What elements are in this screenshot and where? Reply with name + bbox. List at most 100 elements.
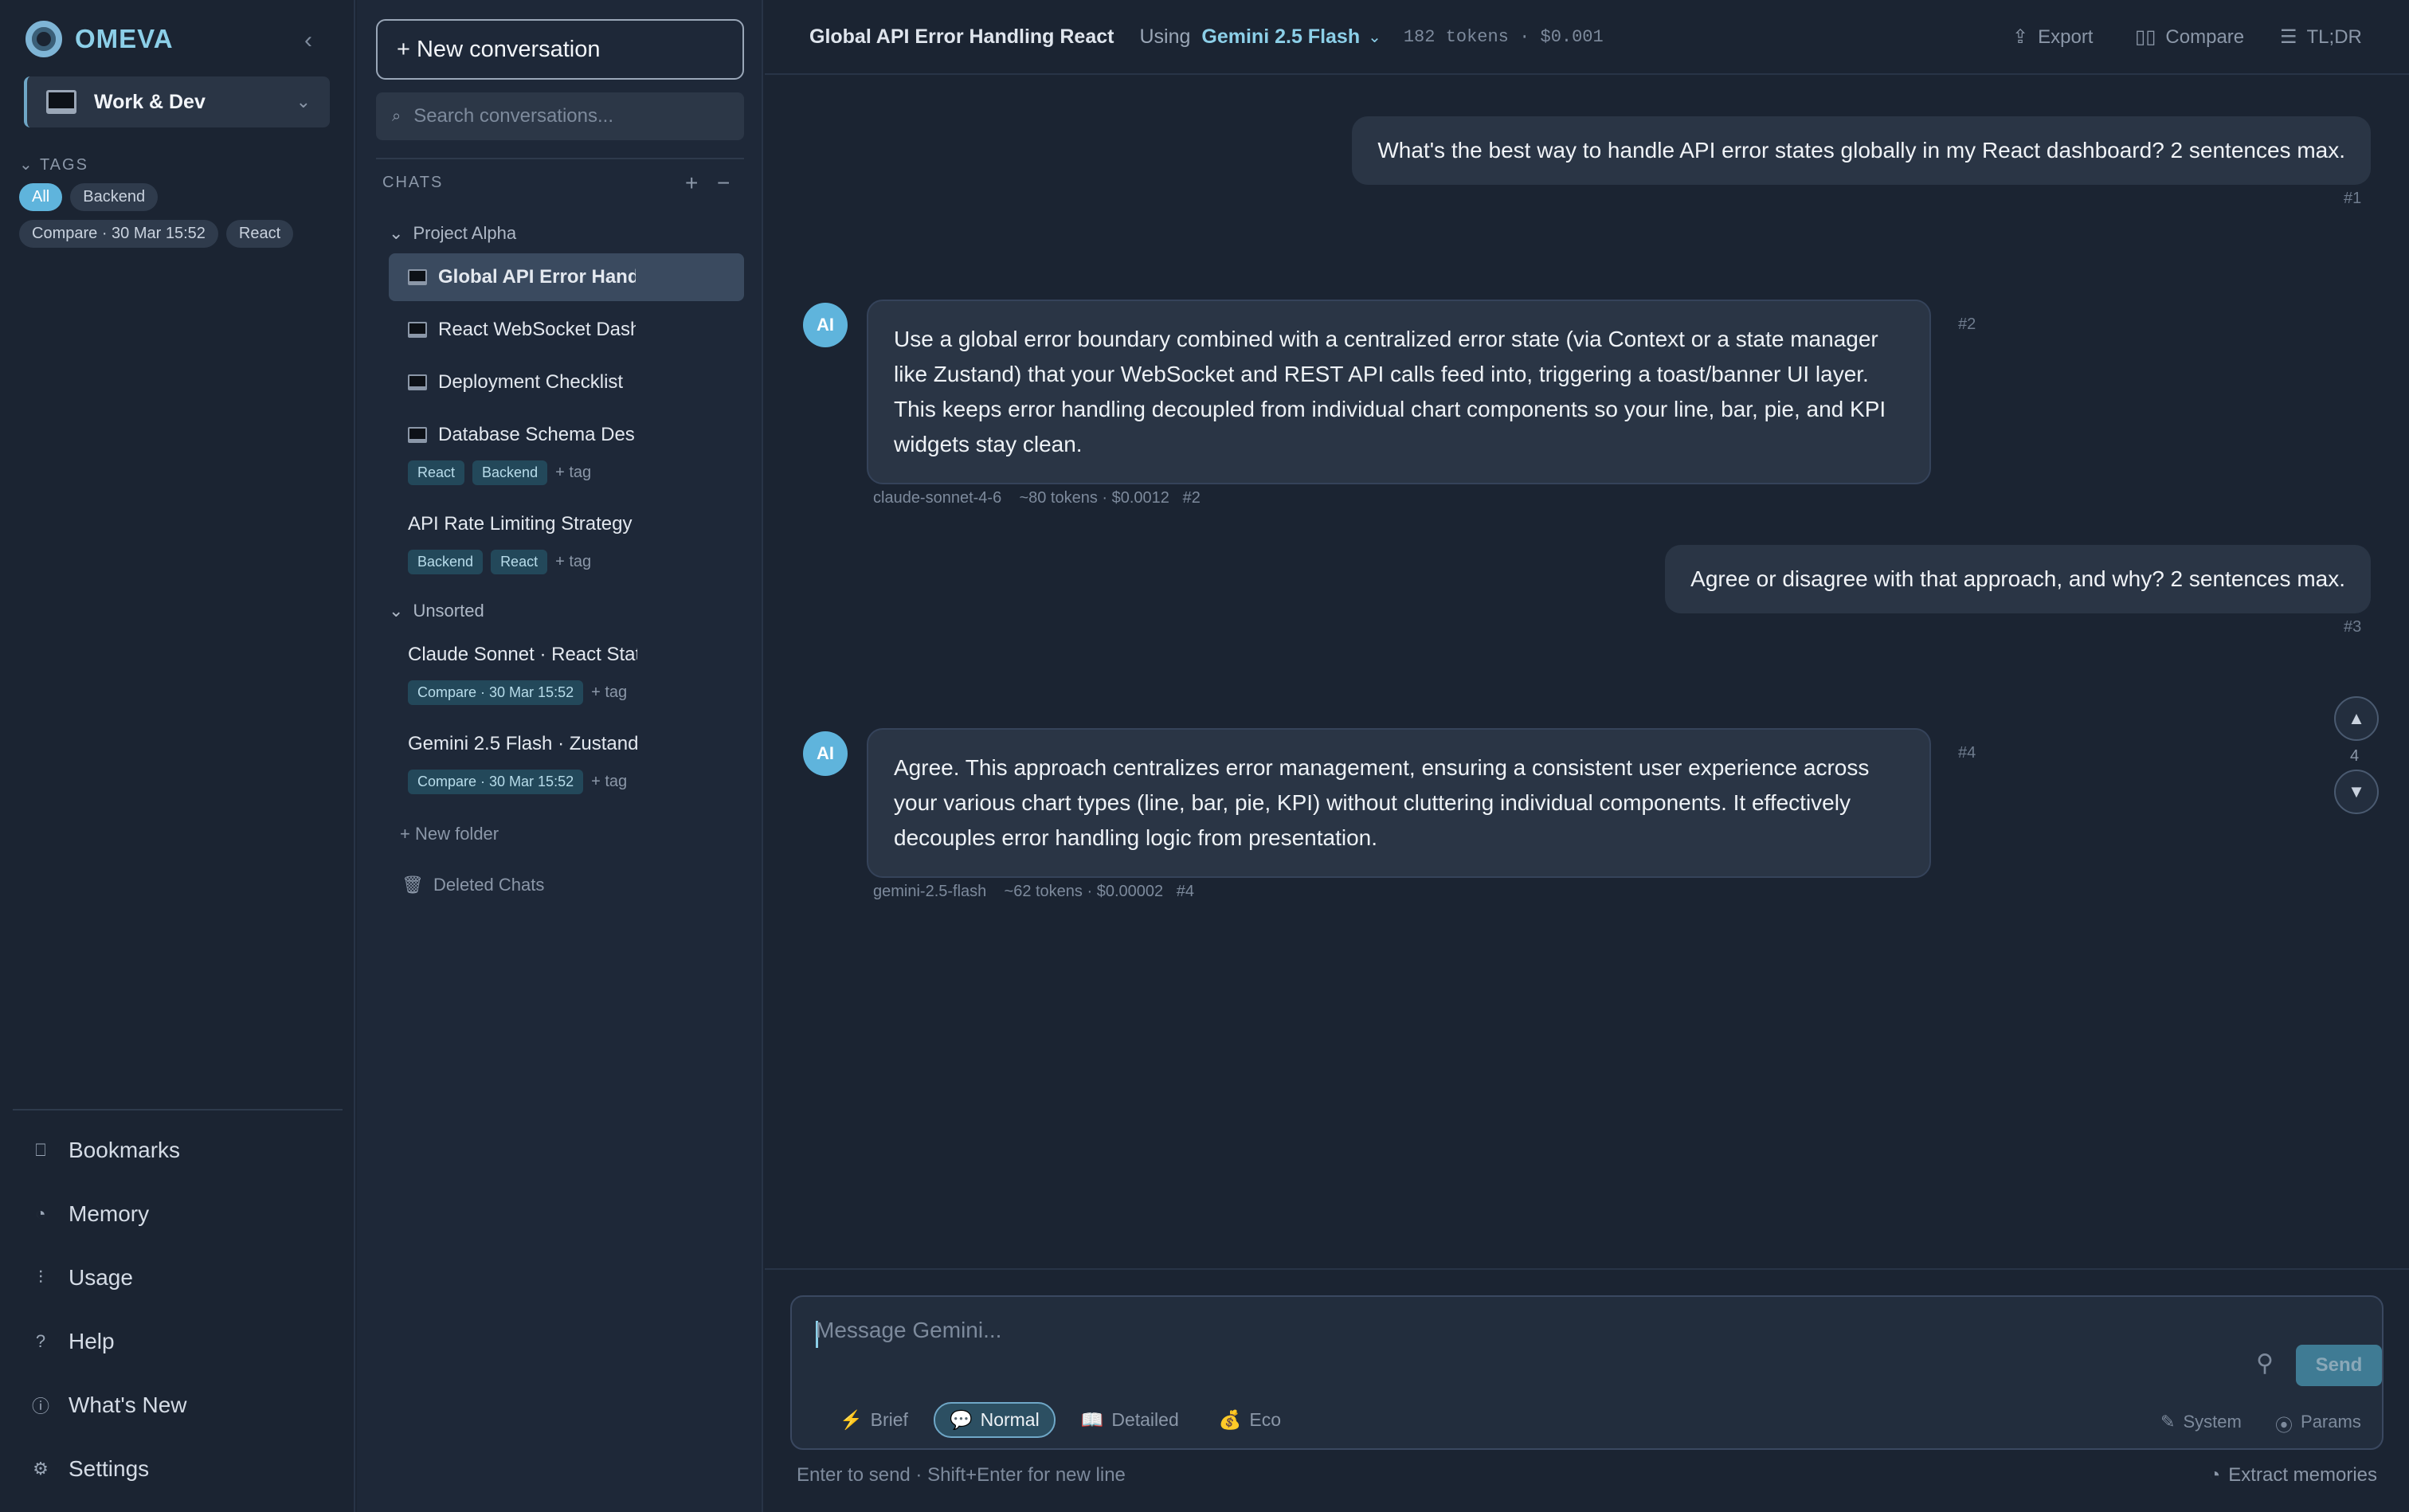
response-modes: ⚡ Brief 💬 Normal 📖 Detailed 💰 Eco	[825, 1402, 1295, 1438]
nav-whats-new[interactable]: ⓘ What's New	[32, 1393, 187, 1418]
folder-unsorted[interactable]: ⌄ Unsorted	[389, 601, 484, 621]
token-cost: 182 tokens · $0.001	[1403, 26, 1604, 47]
mode-detailed[interactable]: 📖 Detailed	[1067, 1404, 1193, 1436]
ai-message: Agree. This approach centralizes error m…	[867, 728, 1931, 878]
user-message: Agree or disagree with that approach, an…	[1665, 545, 2371, 613]
usage-icon: ⫶	[38, 1267, 43, 1287]
using-label: Using	[1139, 25, 1191, 48]
export-button[interactable]: ⇪ Export	[2012, 25, 2093, 49]
tldr-button[interactable]: ☰ TL;DR	[2280, 25, 2362, 49]
main-area: Global API Error Handling React Using Ge…	[765, 0, 2409, 1512]
system-button[interactable]: ✎ System	[2160, 1412, 2242, 1432]
tag-row: Compare · 30 Mar 15:52 React	[19, 220, 294, 248]
chat-tag[interactable]: React	[408, 460, 465, 485]
message-number: #4	[1958, 744, 1976, 762]
tag-filter-react[interactable]: React	[225, 220, 294, 248]
message-number: #3	[2344, 618, 2362, 636]
params-icon: ⦿	[2275, 1416, 2293, 1436]
workspace-selector[interactable]: Work & Dev ⌄	[24, 76, 330, 127]
params-button[interactable]: ⦿ Params	[2275, 1412, 2361, 1437]
chat-item[interactable]: Database Schema Design	[389, 411, 744, 459]
message-input[interactable]	[816, 1318, 2202, 1357]
user-message: What's the best way to handle API error …	[1352, 116, 2371, 185]
memory-icon: ◔	[2208, 1464, 2221, 1486]
divider	[765, 1268, 2409, 1270]
monitor-icon	[46, 90, 76, 114]
search-box: ⌕	[376, 92, 744, 140]
chat-tag[interactable]: React	[491, 550, 548, 574]
monitor-icon	[408, 374, 427, 390]
new-folder-link[interactable]: + New folder	[400, 824, 499, 844]
collapse-all-icon[interactable]: −	[717, 170, 730, 196]
chat-item[interactable]: React WebSocket Dashboard	[389, 306, 744, 354]
chat-tags: Compare · 30 Mar 15:52 + tag	[408, 680, 627, 705]
attach-icon[interactable]: ⚲	[2256, 1349, 2274, 1377]
extract-memories-button[interactable]: ◔ Extract memories	[2209, 1464, 2377, 1487]
message-count: 4	[2350, 747, 2360, 765]
brand[interactable]: OMEVA	[25, 21, 174, 57]
export-icon: ⇪	[2012, 26, 2029, 48]
chevron-down-icon: ⌄	[19, 156, 40, 174]
model-selector[interactable]: Gemini 2.5 Flash	[1201, 25, 1360, 49]
scroll-down-button[interactable]: ▼	[2334, 770, 2379, 814]
chevron-down-icon[interactable]: ⌄	[1368, 27, 1381, 47]
mode-normal[interactable]: 💬 Normal	[933, 1402, 1056, 1438]
mode-brief[interactable]: ⚡ Brief	[825, 1404, 922, 1436]
chat-item[interactable]: Claude Sonnet · React State	[389, 631, 744, 679]
add-chat-icon[interactable]: +	[685, 170, 698, 196]
chat-item[interactable]: Gemini 2.5 Flash · Zustand	[389, 720, 744, 768]
new-conversation-button[interactable]: + New conversation	[376, 19, 744, 80]
chevron-down-icon: ⌄	[389, 223, 404, 243]
add-tag-link[interactable]: + tag	[555, 553, 591, 571]
chat-tag[interactable]: Compare · 30 Mar 15:52	[408, 770, 584, 794]
nav-usage[interactable]: ⫶ Usage	[32, 1265, 133, 1291]
collapse-sidebar-icon[interactable]: ‹	[304, 27, 312, 54]
composer: ⚲ Send ⚡Brief 💬Normal 📖Detailed 💰Eco ✎Sy…	[790, 1295, 2384, 1450]
search-input[interactable]	[413, 105, 733, 127]
add-tag-link[interactable]: + tag	[591, 773, 627, 791]
folder-project-alpha[interactable]: ⌄ Project Alpha	[389, 223, 516, 244]
chat-tags: Backend React + tag	[408, 550, 591, 574]
chats-heading: CHATS	[382, 174, 444, 191]
nav-bookmarks[interactable]: ⎕ Bookmarks	[32, 1138, 180, 1163]
add-tag-link[interactable]: + tag	[591, 684, 627, 702]
ai-avatar: AI	[803, 731, 848, 776]
nav-settings[interactable]: ⚙ Settings	[32, 1456, 149, 1482]
chevron-down-icon: ⌄	[296, 92, 311, 112]
chat-tag[interactable]: Backend	[472, 460, 548, 485]
deleted-chats-link[interactable]: 🗑 Deleted Chats	[402, 875, 544, 895]
speech-bubble-icon: 💬	[949, 1409, 973, 1430]
chat-tag[interactable]: Compare · 30 Mar 15:52	[408, 680, 584, 705]
tag-filter-all[interactable]: All	[19, 183, 63, 211]
gear-icon: ⚙	[33, 1459, 49, 1479]
lightning-icon: ⚡	[840, 1409, 863, 1430]
tag-filter-backend[interactable]: Backend	[70, 183, 159, 211]
chat-item[interactable]: Global API Error Handling React	[389, 253, 744, 301]
pen-icon: ✎	[2160, 1412, 2176, 1432]
mode-eco[interactable]: 💰 Eco	[1204, 1404, 1295, 1436]
chat-item[interactable]: Deployment Checklist	[389, 358, 744, 406]
nav-memory[interactable]: ◔ Memory	[32, 1201, 149, 1227]
monitor-icon	[408, 269, 427, 285]
left-sidebar: OMEVA ‹ Work & Dev ⌄ ⌄ TAGS All Backend …	[0, 0, 355, 1512]
chat-tag[interactable]: Backend	[408, 550, 484, 574]
chat-item[interactable]: API Rate Limiting Strategy	[389, 500, 744, 548]
message-number: #1	[2344, 190, 2362, 207]
nav-help[interactable]: ? Help	[32, 1329, 115, 1354]
help-icon: ?	[35, 1331, 46, 1351]
divider	[13, 1109, 343, 1110]
search-icon: ⌕	[392, 107, 402, 125]
compare-button[interactable]: ▯▯ Compare	[2135, 25, 2244, 49]
tag-filter-compare[interactable]: Compare · 30 Mar 15:52	[19, 220, 218, 248]
info-icon: ⓘ	[32, 1396, 50, 1416]
add-tag-link[interactable]: + tag	[555, 464, 591, 482]
send-button[interactable]: Send	[2296, 1345, 2382, 1386]
tag-row: All Backend	[19, 183, 159, 211]
message-meta: gemini-2.5-flash ~62 tokens · $0.00002 #…	[873, 883, 1195, 900]
scroll-up-button[interactable]: ▲	[2334, 696, 2379, 741]
chat-tags: Compare · 30 Mar 15:52 + tag	[408, 770, 627, 794]
bookmark-icon: ⎕	[35, 1140, 46, 1160]
tags-heading[interactable]: ⌄ TAGS	[19, 155, 88, 174]
logo-icon	[25, 21, 62, 57]
compare-icon: ▯▯	[2135, 26, 2156, 48]
